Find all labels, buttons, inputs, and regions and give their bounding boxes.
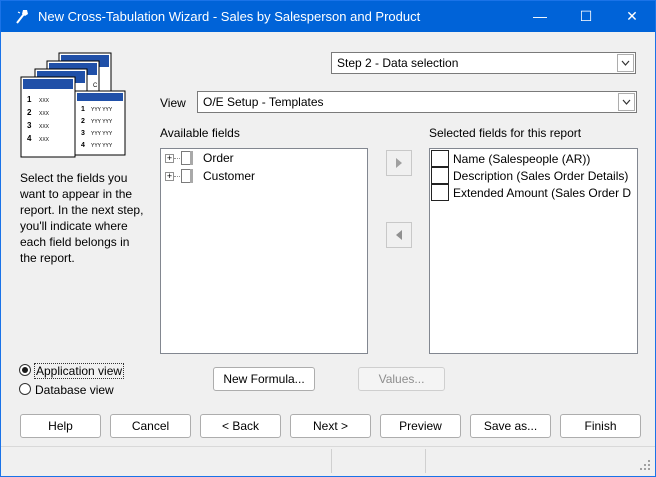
remove-field-button[interactable] xyxy=(386,222,412,248)
expand-plus-icon[interactable]: + xyxy=(165,154,174,163)
svg-text:XXX: XXX xyxy=(39,137,50,143)
tree-item-label: Customer xyxy=(203,169,256,183)
new-formula-button[interactable]: New Formula... xyxy=(213,367,315,391)
back-button[interactable]: < Back xyxy=(200,414,281,438)
resize-grip-icon[interactable] xyxy=(639,459,651,471)
table-icon xyxy=(181,151,193,165)
chevron-down-icon xyxy=(622,99,631,105)
status-bar xyxy=(1,446,655,476)
save-as-button[interactable]: Save as... xyxy=(470,414,551,438)
tree-item-order[interactable]: + Order xyxy=(165,150,365,167)
available-fields-tree[interactable]: + Order + Customer xyxy=(160,148,368,354)
view-select-arrow[interactable] xyxy=(618,93,635,111)
application-view-label: Application view xyxy=(34,363,125,379)
tree-item-customer[interactable]: + Customer xyxy=(165,168,365,185)
svg-text:XXX: XXX xyxy=(39,111,50,117)
svg-text:2: 2 xyxy=(27,108,32,117)
next-button[interactable]: Next > xyxy=(290,414,371,438)
list-item-label: Extended Amount (Sales Order D xyxy=(453,186,632,200)
svg-text:4: 4 xyxy=(81,142,85,149)
step-select-arrow[interactable] xyxy=(617,54,634,72)
tree-item-label: Order xyxy=(203,151,234,165)
preview-button[interactable]: Preview xyxy=(380,414,461,438)
application-view-radio[interactable] xyxy=(19,364,31,376)
close-button[interactable]: ✕ xyxy=(609,1,655,32)
help-button[interactable]: Help xyxy=(20,414,101,438)
finish-button[interactable]: Finish xyxy=(560,414,641,438)
step-select[interactable]: Step 2 - Data selection xyxy=(331,52,636,74)
wizard-window: New Cross-Tabulation Wizard - Sales by S… xyxy=(0,0,656,477)
report-pages-illustration-icon: C AA 1 XXX 2 XXX 3 XXX 4 XXX 1 YYY YYY 2… xyxy=(20,52,126,158)
svg-text:4: 4 xyxy=(27,134,32,143)
expand-plus-icon[interactable]: + xyxy=(165,172,174,181)
field-icon xyxy=(431,167,449,184)
svg-text:3: 3 xyxy=(81,130,85,137)
step-description: Select the fields you want to appear in … xyxy=(20,171,144,265)
svg-text:XXX: XXX xyxy=(39,98,50,104)
list-item-label: Name (Salespeople (AR)) xyxy=(453,152,591,166)
add-field-button[interactable] xyxy=(386,150,412,176)
values-button[interactable]: Values... xyxy=(358,367,445,391)
list-item[interactable]: Extended Amount (Sales Order D xyxy=(431,184,636,202)
database-view-option[interactable]: Database view xyxy=(18,381,128,397)
field-icon xyxy=(431,184,449,201)
selected-fields-list[interactable]: Name (Salespeople (AR)) Description (Sal… xyxy=(429,148,638,354)
svg-text:1: 1 xyxy=(81,106,85,113)
view-label: View xyxy=(160,96,186,110)
chevron-down-icon xyxy=(621,60,630,66)
list-item-label: Description (Sales Order Details) xyxy=(453,169,629,183)
step-select-value: Step 2 - Data selection xyxy=(337,56,459,70)
svg-text:YYY YYY: YYY YYY xyxy=(91,131,113,137)
database-view-label: Database view xyxy=(35,383,114,397)
svg-text:XXX: XXX xyxy=(39,124,50,130)
view-select[interactable]: O/E Setup - Templates xyxy=(197,91,637,113)
svg-text:3: 3 xyxy=(27,121,32,130)
svg-text:YYY YYY: YYY YYY xyxy=(91,119,113,125)
selected-fields-label: Selected fields for this report xyxy=(429,126,582,140)
list-item[interactable]: Name (Salespeople (AR)) xyxy=(431,150,636,168)
minimize-button[interactable]: — xyxy=(517,1,563,32)
svg-text:YYY YYY: YYY YYY xyxy=(91,143,113,149)
svg-text:C: C xyxy=(93,83,98,89)
wizard-wand-icon xyxy=(16,10,28,24)
field-icon xyxy=(431,150,449,167)
svg-text:1: 1 xyxy=(27,95,32,104)
table-icon xyxy=(181,169,193,183)
svg-text:2: 2 xyxy=(81,118,85,125)
database-view-radio[interactable] xyxy=(19,383,31,395)
view-select-value: O/E Setup - Templates xyxy=(203,95,324,109)
arrow-right-icon xyxy=(396,158,402,168)
application-view-option[interactable]: Application view xyxy=(18,362,128,379)
window-title: New Cross-Tabulation Wizard - Sales by S… xyxy=(38,9,421,24)
arrow-left-icon xyxy=(396,230,402,240)
maximize-button[interactable]: ☐ xyxy=(563,1,609,32)
list-item[interactable]: Description (Sales Order Details) xyxy=(431,167,636,185)
available-fields-label: Available fields xyxy=(160,126,240,140)
cancel-button[interactable]: Cancel xyxy=(110,414,191,438)
svg-text:YYY YYY: YYY YYY xyxy=(91,107,113,113)
title-bar[interactable]: New Cross-Tabulation Wizard - Sales by S… xyxy=(1,1,655,32)
